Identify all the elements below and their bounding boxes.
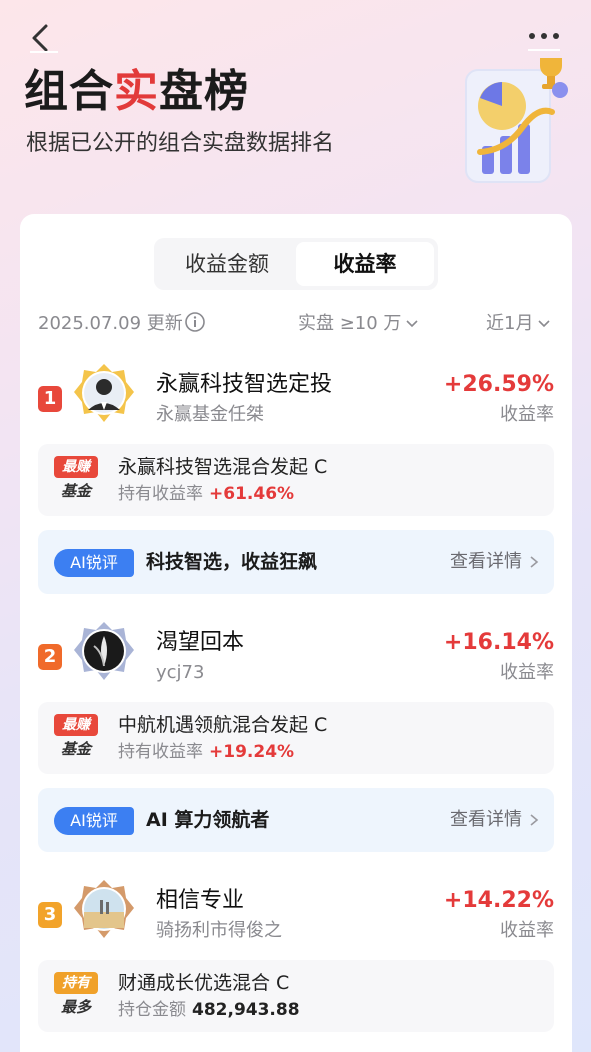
top-fund-box[interactable]: 最赚 基金 中航机遇领航混合发起 C 持有收益率 +19.24% xyxy=(38,702,554,774)
title-part-3: 盘榜 xyxy=(159,66,249,117)
ai-review-text: 科技智选，收益狂飙 xyxy=(146,551,318,573)
update-date: 2025.07.09 更新 xyxy=(38,313,183,334)
back-arrow-icon[interactable] xyxy=(22,18,62,58)
view-details-link[interactable]: 查看详情 xyxy=(450,548,540,576)
period-filter-dropdown[interactable]: 近1月 xyxy=(486,312,551,336)
fund-name: 中航机遇领航混合发起 C xyxy=(118,714,328,736)
ranking-entry-2[interactable]: 2 渴望回本 ycj73 +16.14% 收益率 最赚 基金 中航机遇领航混合发… xyxy=(20,616,572,856)
fund-name: 财通成长优选混合 C xyxy=(118,972,290,994)
portfolio-name[interactable]: 相信专业 xyxy=(156,886,244,916)
ai-review-badge: AI锐评 xyxy=(54,807,134,835)
tab-bar: 收益金额 收益率 xyxy=(154,238,438,290)
chevron-right-icon xyxy=(530,556,539,568)
portfolio-name[interactable]: 渴望回本 xyxy=(156,628,244,658)
ranking-entry-3[interactable]: 3 相信专业 骑扬利市得俊之 +14.22% 收益率 持有 最多 财通成长优选混… xyxy=(20,874,572,1052)
return-rate-label: 收益率 xyxy=(500,662,554,683)
page-subtitle: 根据已公开的组合实盘数据排名 xyxy=(26,131,335,156)
ranking-card: 收益金额 收益率 2025.07.09 更新 实盘 ≥10 万 近1月 1 永赢… xyxy=(20,214,572,1052)
return-rate: +14.22% xyxy=(443,888,554,913)
rank-badge: 2 xyxy=(38,644,62,670)
badge-top-text: 最赚 xyxy=(54,714,98,736)
badge-top-text: 最赚 xyxy=(54,456,98,478)
ai-review-text: AI 算力领航者 xyxy=(146,809,270,831)
rank-badge: 3 xyxy=(38,902,62,928)
fund-metric-value: +61.46% xyxy=(209,484,295,504)
badge-top-text: 持有 xyxy=(54,972,98,994)
return-rate: +16.14% xyxy=(443,630,554,655)
avatar xyxy=(72,878,136,946)
ranking-entry-1[interactable]: 1 永赢科技智选定投 永赢基金任桀 +26.59% 收益率 最赚 基金 永赢科技… xyxy=(20,358,572,598)
ai-review-badge: AI锐评 xyxy=(54,549,134,577)
view-details-link[interactable]: 查看详情 xyxy=(450,806,540,834)
return-rate-label: 收益率 xyxy=(500,920,554,941)
fund-metric-label: 持有收益率 xyxy=(118,742,203,762)
info-icon[interactable] xyxy=(184,311,206,333)
view-details-label: 查看详情 xyxy=(450,551,522,572)
fund-badge: 最赚 基金 xyxy=(54,714,98,762)
fund-metric-value: 482,943.88 xyxy=(192,1000,300,1020)
avatar xyxy=(72,362,136,430)
return-rate-label: 收益率 xyxy=(500,404,554,425)
asset-filter-dropdown[interactable]: 实盘 ≥10 万 xyxy=(298,312,419,336)
fund-metric: 持有收益率 +61.46% xyxy=(118,482,294,506)
chevron-right-icon xyxy=(530,814,539,826)
more-dots-icon[interactable] xyxy=(522,22,566,54)
portfolio-owner: 永赢基金任桀 xyxy=(156,404,264,425)
portfolio-owner: 骑扬利市得俊之 xyxy=(156,920,282,941)
fund-metric: 持有收益率 +19.24% xyxy=(118,740,294,764)
fund-metric-label: 持有收益率 xyxy=(118,484,203,504)
badge-bottom-text: 基金 xyxy=(60,482,91,500)
title-part-2: 实 xyxy=(114,66,159,117)
top-fund-box[interactable]: 最赚 基金 永赢科技智选混合发起 C 持有收益率 +61.46% xyxy=(38,444,554,516)
tab-profit-amount[interactable]: 收益金额 xyxy=(158,242,296,286)
tab-profit-rate[interactable]: 收益率 xyxy=(296,242,434,286)
fund-metric-label: 持仓金额 xyxy=(118,1000,186,1020)
fund-name: 永赢科技智选混合发起 C xyxy=(118,456,328,478)
title-part-1: 组合 xyxy=(24,66,114,117)
fund-metric-value: +19.24% xyxy=(209,742,295,762)
filter-bar: 2025.07.09 更新 实盘 ≥10 万 近1月 xyxy=(20,304,572,344)
top-fund-box[interactable]: 持有 最多 财通成长优选混合 C 持仓金额 482,943.88 xyxy=(38,960,554,1032)
page-title: 组合实盘榜 xyxy=(24,62,249,122)
ai-review-box[interactable]: AI锐评 AI 算力领航者 查看详情 xyxy=(38,788,554,852)
chevron-down-icon xyxy=(406,320,419,328)
fund-badge: 最赚 基金 xyxy=(54,456,98,504)
period-filter-label: 近1月 xyxy=(486,313,534,334)
fund-badge: 持有 最多 xyxy=(54,972,98,1020)
portfolio-owner: ycj73 xyxy=(156,662,205,683)
rank-badge: 1 xyxy=(38,386,62,412)
portfolio-name[interactable]: 永赢科技智选定投 xyxy=(156,370,332,400)
chevron-down-icon xyxy=(538,320,551,328)
view-details-label: 查看详情 xyxy=(450,809,522,830)
ai-review-box[interactable]: AI锐评 科技智选，收益狂飙 查看详情 xyxy=(38,530,554,594)
return-rate: +26.59% xyxy=(443,372,554,397)
fund-metric: 持仓金额 482,943.88 xyxy=(118,998,300,1022)
asset-filter-label: 实盘 ≥10 万 xyxy=(298,313,402,334)
avatar xyxy=(72,620,136,688)
badge-bottom-text: 最多 xyxy=(60,998,91,1016)
badge-bottom-text: 基金 xyxy=(60,740,91,758)
trophy-chart-illustration-icon xyxy=(452,52,580,188)
